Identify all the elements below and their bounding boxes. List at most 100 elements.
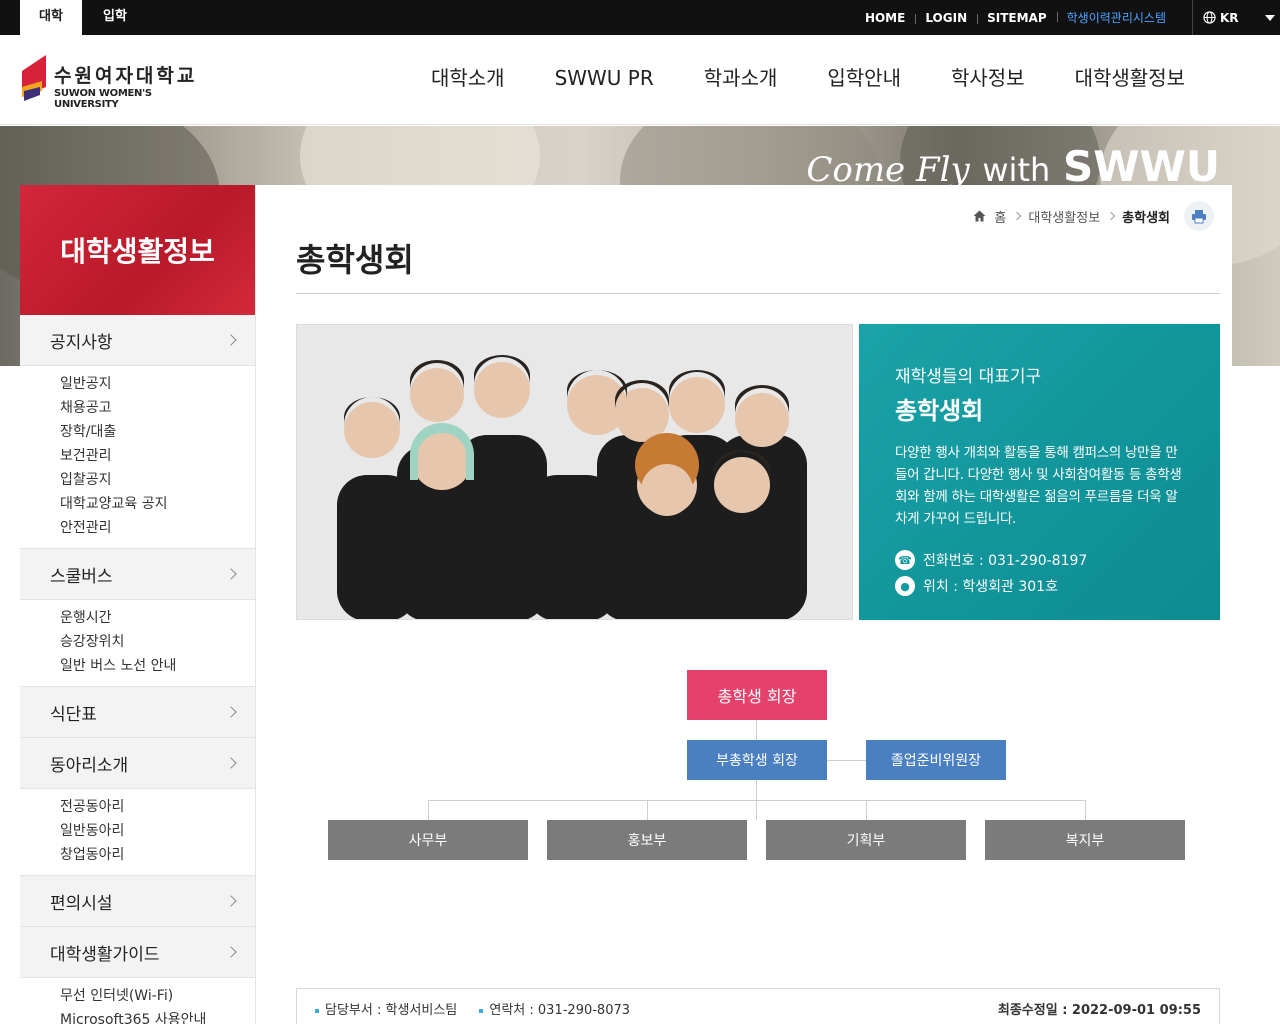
tagline-script: Come Fly: [806, 150, 970, 190]
login-link[interactable]: LOGIN: [915, 11, 977, 25]
main-content: 홈 대학생활정보 총학생회 총학생회 재학생들의 대표기구 총학생회 다양한 행…: [256, 185, 1232, 1024]
breadcrumb: 홈 대학생활정보 총학생회: [973, 201, 1214, 231]
side-group-guide: 대학생활가이드 무선 인터넷(Wi-Fi) Microsoft365 사용안내: [20, 927, 255, 1024]
home-link[interactable]: HOME: [855, 11, 915, 25]
utility-links: HOME LOGIN SITEMAP 학생이력관리시스템 KR: [855, 0, 1280, 35]
side-item-label: 동아리소개: [50, 755, 129, 776]
side-item-guide[interactable]: 대학생활가이드: [20, 927, 255, 978]
printer-icon: [1192, 209, 1206, 223]
print-button[interactable]: [1184, 201, 1214, 231]
org-line: [647, 800, 648, 820]
language-label: KR: [1220, 10, 1239, 25]
gnb-item-campus-life[interactable]: 대학생활정보: [1050, 35, 1210, 125]
submenu-item[interactable]: 보건관리: [60, 444, 255, 468]
side-submenu-schoolbus: 운행시간 승강장위치 일반 버스 노선 안내: [20, 600, 255, 686]
chevron-right-icon: [1013, 211, 1022, 221]
title-divider: [296, 293, 1220, 294]
org-graduation-committee: 졸업준비위원장: [866, 740, 1006, 780]
side-submenu-notice: 일반공지 채용공고 장학/대출 보건관리 입찰공지 대학교양교육 공지 안전관리: [20, 366, 255, 548]
submenu-item[interactable]: Microsoft365 사용안내: [60, 1008, 255, 1024]
tab-university[interactable]: 대학: [20, 0, 82, 35]
manager-details: 담당부서 : 학생서비스팀 연락처 : 031-290-8073: [315, 999, 648, 1018]
org-chart: 총학생 회장 부총학생 회장 졸업준비위원장 사무부 홍보부 기획부 복지부: [296, 665, 1220, 865]
university-logo[interactable]: 수원여자대학교 SUWON WOMEN'S UNIVERSITY: [20, 53, 210, 110]
side-item-label: 공지사항: [50, 332, 113, 353]
org-line: [1085, 800, 1086, 820]
submenu-item[interactable]: 일반 버스 노선 안내: [60, 654, 255, 678]
last-updated: 최종수정일 : 2022-09-01 09:55: [997, 1003, 1201, 1018]
bullet-icon: [479, 1008, 484, 1013]
home-icon[interactable]: [973, 210, 986, 222]
info-subtitle: 재학생들의 대표기구: [895, 367, 1042, 387]
side-group-schoolbus: 스쿨버스 운행시간 승강장위치 일반 버스 노선 안내: [20, 549, 255, 687]
submenu-item[interactable]: 일반동아리: [60, 819, 255, 843]
globe-icon: [1203, 11, 1216, 24]
side-item-menu[interactable]: 식단표: [20, 687, 255, 738]
side-item-schoolbus[interactable]: 스쿨버스: [20, 549, 255, 600]
side-item-facilities[interactable]: 편의시설: [20, 876, 255, 927]
side-group-menu: 식단표: [20, 687, 255, 738]
main-navigation: 대학소개 SWWU PR 학과소개 입학안내 학사정보 대학생활정보: [406, 35, 1210, 125]
org-president: 총학생 회장: [687, 670, 827, 720]
chevron-right-icon: [1106, 211, 1116, 221]
gnb-item-about[interactable]: 대학소개: [406, 35, 530, 125]
student-record-system-link[interactable]: 학생이력관리시스템: [1056, 9, 1176, 26]
submenu-item[interactable]: 무선 인터넷(Wi-Fi): [60, 984, 255, 1008]
submenu-item[interactable]: 창업동아리: [60, 843, 255, 867]
page-title: 총학생회: [296, 241, 414, 279]
org-line: [428, 800, 1086, 801]
logo-korean-name: 수원여자대학교: [54, 65, 198, 87]
breadcrumb-parent[interactable]: 대학생활정보: [1028, 207, 1100, 226]
gnb-item-pr[interactable]: SWWU PR: [530, 35, 679, 125]
student-council-photo: [296, 324, 853, 620]
side-item-label: 편의시설: [50, 893, 113, 914]
group-photo-image: [297, 325, 852, 619]
chevron-right-icon: [225, 895, 237, 907]
breadcrumb-home[interactable]: 홈: [994, 207, 1006, 226]
side-item-label: 대학생활가이드: [50, 944, 160, 965]
sitemap-link[interactable]: SITEMAP: [977, 11, 1057, 25]
info-phone-text: 전화번호 : 031-290-8197: [923, 553, 1088, 569]
gnb-item-admission[interactable]: 입학안내: [802, 35, 926, 125]
submenu-item[interactable]: 대학교양교육 공지: [60, 492, 255, 516]
student-council-info: 재학생들의 대표기구 총학생회 다양한 행사 개최와 활동을 통해 캠퍼스의 낭…: [859, 324, 1220, 620]
chevron-right-icon: [225, 946, 237, 958]
org-vice-president: 부총학생 회장: [687, 740, 827, 780]
info-location: ● 위치 : 학생회관 301호: [895, 576, 1184, 596]
info-phone: ☎ 전화번호 : 031-290-8197: [895, 550, 1184, 570]
info-description: 다양한 행사 개최와 활동을 통해 캠퍼스의 낭만을 만들어 갑니다. 다양한 …: [895, 445, 1182, 527]
submenu-item[interactable]: 입찰공지: [60, 468, 255, 492]
top-utility-bar: 대학 입학 HOME LOGIN SITEMAP 학생이력관리시스템 KR: [0, 0, 1280, 35]
manager-dept: 담당부서 : 학생서비스팀: [325, 1003, 458, 1018]
org-dept-office: 사무부: [328, 820, 528, 860]
chevron-right-icon: [225, 568, 237, 580]
org-line: [866, 800, 867, 820]
submenu-item[interactable]: 운행시간: [60, 606, 255, 630]
side-group-facilities: 편의시설: [20, 876, 255, 927]
org-dept-planning: 기획부: [766, 820, 966, 860]
submenu-item[interactable]: 전공동아리: [60, 795, 255, 819]
info-title: 총학생회: [895, 397, 984, 425]
side-item-label: 식단표: [50, 704, 97, 725]
side-item-clubs[interactable]: 동아리소개: [20, 738, 255, 789]
side-item-label: 스쿨버스: [50, 566, 113, 587]
tab-admission[interactable]: 입학: [84, 0, 146, 35]
gnb-item-departments[interactable]: 학과소개: [679, 35, 803, 125]
submenu-item[interactable]: 일반공지: [60, 372, 255, 396]
submenu-item[interactable]: 안전관리: [60, 516, 255, 540]
chevron-right-icon: [225, 706, 237, 718]
gnb-item-academic[interactable]: 학사정보: [926, 35, 1050, 125]
submenu-item[interactable]: 채용공고: [60, 396, 255, 420]
logo-english-name: SUWON WOMEN'S UNIVERSITY: [54, 88, 152, 110]
side-item-notice[interactable]: 공지사항: [20, 315, 255, 366]
org-line: [428, 800, 429, 820]
chevron-right-icon: [225, 334, 237, 346]
location-pin-icon: ●: [895, 576, 915, 596]
site-header: 수원여자대학교 SUWON WOMEN'S UNIVERSITY 대학소개 SW…: [0, 35, 1280, 125]
language-selector[interactable]: KR: [1192, 0, 1280, 35]
chevron-right-icon: [225, 757, 237, 769]
side-group-clubs: 동아리소개 전공동아리 일반동아리 창업동아리: [20, 738, 255, 876]
submenu-item[interactable]: 승강장위치: [60, 630, 255, 654]
org-dept-pr: 홍보부: [547, 820, 747, 860]
submenu-item[interactable]: 장학/대출: [60, 420, 255, 444]
